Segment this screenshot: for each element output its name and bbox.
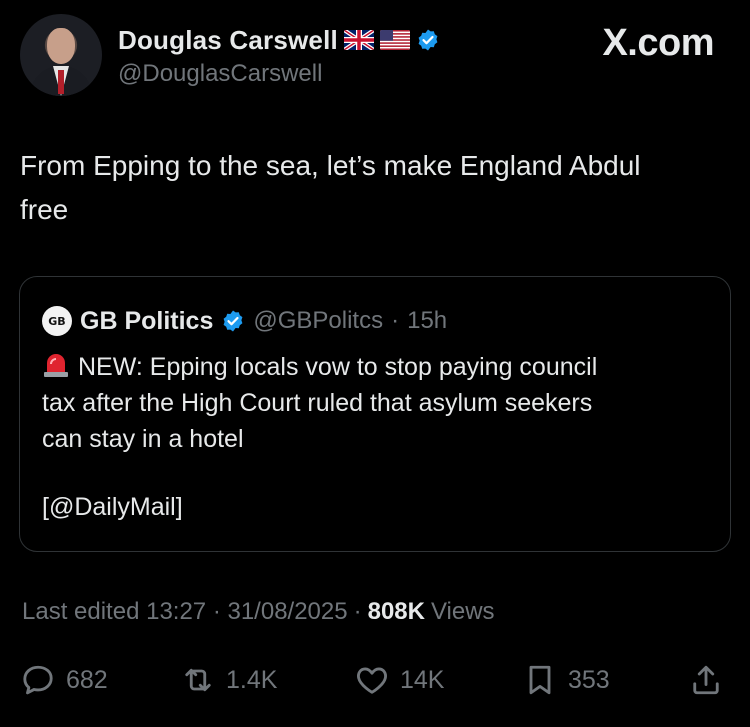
verified-badge-icon [221,309,245,333]
quoted-tweet-card[interactable]: GB GB Politics @GBPolitcs · 15h NEW: Epp… [19,276,731,552]
share-icon [693,665,719,695]
us-flag-icon [379,30,410,50]
repost-button[interactable]: 1.4K [180,656,277,704]
reply-count: 682 [66,665,108,694]
repost-count: 1.4K [226,665,278,694]
avatar-head [47,28,75,64]
tweet-header: Douglas Carswell @DouglasCarswell X.com [20,14,730,100]
like-button[interactable]: 14K [354,656,444,704]
separator-dot: · [391,307,400,334]
tweet-text: From Epping to the sea, let’s make Engla… [20,144,730,232]
quoted-author-name[interactable]: GB Politics [80,307,213,336]
share-button[interactable] [688,656,724,704]
quoted-source-mention[interactable]: [@DailyMail] [42,493,183,522]
uk-flag-icon [343,30,374,50]
author-name[interactable]: Douglas Carswell [118,25,338,56]
quoted-body-line: tax after the High Court ruled that asyl… [42,389,593,417]
bookmark-icon [529,665,551,695]
like-count: 14K [400,665,445,694]
separator-dot: · [353,598,362,625]
bookmark-count: 353 [568,665,610,694]
reply-button[interactable]: 682 [20,656,108,704]
verified-badge-icon[interactable] [416,28,440,52]
avatar-tie [58,70,64,94]
quoted-tweet-time[interactable]: 15h [407,307,447,335]
views-label: Views [430,598,495,625]
quoted-tweet-body: NEW: Epping locals vow to stop paying co… [42,349,702,457]
gb-politics-logo[interactable]: GB [42,306,72,336]
xcom-watermark: X.com [602,22,714,64]
views-count: 808K [367,598,425,625]
tweet-text-line: From Epping to the sea, let’s make Engla… [20,150,641,181]
rotating-light-icon [42,352,70,378]
quoted-body-line: NEW: Epping locals vow to stop paying co… [78,353,598,381]
quoted-tweet-header: GB GB Politics @GBPolitcs · 15h [42,305,447,337]
edited-timestamp[interactable]: Last edited 13:27 · 31/08/2025 [22,598,348,626]
tweet-meta: Last edited 13:27 · 31/08/2025 · 808K Vi… [22,598,495,626]
reply-icon [23,665,53,695]
action-bar: 682 1.4K 14K 353 [20,656,732,704]
repost-icon [185,668,211,692]
author-name-row: Douglas Carswell [118,24,440,56]
bookmark-button[interactable]: 353 [522,656,610,704]
quoted-author-handle[interactable]: @GBPolitcs [253,307,383,335]
tweet-text-line: free [20,194,69,225]
author-handle[interactable]: @DouglasCarswell [118,60,322,88]
heart-icon [357,667,387,694]
quoted-body-line: can stay in a hotel [42,425,244,453]
avatar[interactable] [20,14,102,96]
